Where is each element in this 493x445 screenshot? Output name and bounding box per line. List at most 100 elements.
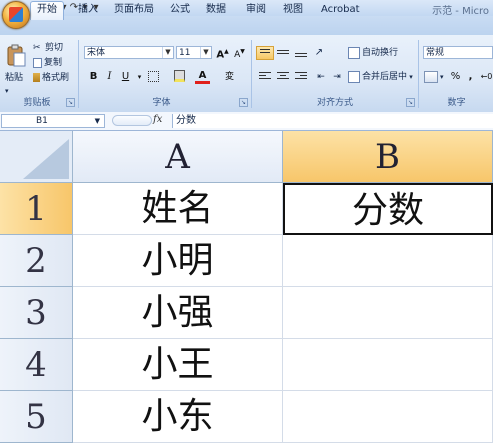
tab-page-layout[interactable]: 页面布局 <box>112 2 156 18</box>
underline-dropdown-icon[interactable]: ▾ <box>132 70 147 84</box>
tab-formulas[interactable]: 公式 <box>168 2 192 18</box>
borders-button[interactable] <box>146 70 161 84</box>
align-right-button[interactable] <box>292 70 310 84</box>
merge-cells-icon <box>348 70 360 83</box>
fx-icon: fx <box>153 114 163 125</box>
cell-b3[interactable] <box>283 287 493 339</box>
tab-data[interactable]: 数据 <box>204 2 228 18</box>
grow-font-label: A <box>216 49 225 61</box>
column-header-a[interactable]: A <box>73 131 283 183</box>
formula-input[interactable]: 分数 <box>172 114 493 128</box>
select-all-button[interactable] <box>0 131 73 183</box>
cut-button[interactable]: ✂ 剪切 <box>33 41 63 55</box>
accounting-format-button[interactable]: ▾ <box>424 70 444 84</box>
chevron-down-icon[interactable]: ▼ <box>200 47 211 58</box>
group-divider <box>78 40 79 108</box>
cell-b1[interactable]: 分数 <box>283 183 493 235</box>
font-name-combo[interactable]: 宋体 ▼ <box>84 46 174 59</box>
font-color-icon: A <box>198 70 207 81</box>
name-box[interactable]: B1 ▼ <box>1 114 105 128</box>
phonetic-button[interactable]: 変 <box>222 70 237 84</box>
row-header-2[interactable]: 2 <box>0 235 73 287</box>
orientation-icon[interactable]: ↗ <box>310 46 328 60</box>
align-center-button[interactable] <box>274 70 292 84</box>
paste-dropdown-icon[interactable]: ▾ <box>5 84 9 98</box>
cell-a4[interactable]: 小王 <box>73 339 283 391</box>
tab-view[interactable]: 视图 <box>281 2 305 18</box>
tab-review[interactable]: 审阅 <box>244 2 268 18</box>
group-divider <box>418 40 419 108</box>
italic-button[interactable]: I <box>102 70 117 84</box>
phonetic-icon: 変 <box>224 72 234 82</box>
row-header-1[interactable]: 1 <box>0 183 73 235</box>
increase-decimal-icon[interactable]: ←0 <box>479 70 493 84</box>
grow-font-button[interactable]: A▲ <box>215 45 230 61</box>
number-group-label: 数字 <box>447 98 466 108</box>
cell-a2[interactable]: 小明 <box>73 235 283 287</box>
font-group-label: 字体 <box>152 98 171 108</box>
row-header-4[interactable]: 4 <box>0 339 73 391</box>
clipboard-launcher-icon[interactable]: ↘ <box>66 98 75 107</box>
office-button[interactable] <box>2 1 30 29</box>
align-bottom-button[interactable] <box>292 46 310 60</box>
alignment-group-label: 对齐方式 <box>316 98 353 108</box>
font-color-button[interactable]: A <box>195 70 210 84</box>
copy-icon <box>33 57 42 68</box>
align-left-button[interactable] <box>256 70 274 84</box>
clipboard-group-label: 剪贴板 <box>23 98 51 108</box>
font-size-value: 11 <box>179 48 191 58</box>
cell-a5[interactable]: 小东 <box>73 391 283 443</box>
tab-insert[interactable]: 插入 <box>76 2 100 18</box>
chevron-down-icon[interactable]: ▼ <box>95 115 100 127</box>
number-format-combo[interactable]: 常规 <box>423 46 493 59</box>
font-name-value: 宋体 <box>87 48 106 58</box>
align-top-button[interactable] <box>256 46 274 60</box>
copy-label: 复制 <box>44 58 63 68</box>
currency-icon <box>424 70 438 83</box>
cell-a1[interactable]: 姓名 <box>73 183 283 235</box>
number-format-value: 常规 <box>426 48 445 58</box>
bold-button[interactable]: B <box>86 70 101 84</box>
chevron-down-icon[interactable]: ▼ <box>162 47 173 58</box>
font-launcher-icon[interactable]: ↘ <box>239 98 248 107</box>
window-title: 示范 - Micro <box>432 6 489 17</box>
merge-center-button[interactable]: 合并后居中 ▾ <box>348 70 413 84</box>
borders-icon <box>148 70 159 82</box>
font-size-combo[interactable]: 11 ▼ <box>176 46 212 59</box>
fill-color-button[interactable] <box>172 70 187 84</box>
increase-indent-icon[interactable]: ⇥ <box>328 70 346 84</box>
cell-a3[interactable]: 小强 <box>73 287 283 339</box>
wrap-text-button[interactable]: 自动换行 <box>348 46 398 60</box>
underline-button[interactable]: U <box>118 70 133 84</box>
group-divider <box>251 40 252 108</box>
cell-b5[interactable] <box>283 391 493 443</box>
cell-b4[interactable] <box>283 339 493 391</box>
row-header-5[interactable]: 5 <box>0 391 73 443</box>
percent-button[interactable]: % <box>448 70 463 84</box>
comma-button[interactable]: , <box>463 70 478 84</box>
merge-center-label: 合并后居中 <box>362 72 408 82</box>
paste-icon[interactable] <box>5 44 27 68</box>
paste-button[interactable]: 粘贴 <box>5 71 23 85</box>
copy-button[interactable]: 复制 <box>33 56 62 70</box>
alignment-launcher-icon[interactable]: ↘ <box>406 98 415 107</box>
tab-acrobat[interactable]: Acrobat <box>319 2 362 18</box>
ribbon-tab-row <box>0 16 493 36</box>
paint-bucket-icon <box>174 70 185 82</box>
format-painter-button[interactable]: 格式刷 <box>33 71 69 85</box>
format-painter-label: 格式刷 <box>42 73 70 83</box>
insert-function-button[interactable]: fx <box>153 114 162 125</box>
scissors-icon: ✂ <box>33 42 41 53</box>
formula-bar-splitter[interactable] <box>112 115 152 126</box>
brush-icon <box>33 73 40 82</box>
cell-b2[interactable] <box>283 235 493 287</box>
shrink-font-button[interactable]: A▼ <box>232 45 247 60</box>
column-header-b[interactable]: B <box>283 131 493 183</box>
cut-label: 剪切 <box>45 43 64 53</box>
wrap-text-icon <box>348 46 360 59</box>
wrap-text-label: 自动换行 <box>362 48 399 58</box>
tab-home[interactable]: 开始 <box>30 1 64 20</box>
row-header-3[interactable]: 3 <box>0 287 73 339</box>
align-middle-button[interactable] <box>274 46 292 60</box>
select-all-triangle-icon <box>23 139 69 179</box>
